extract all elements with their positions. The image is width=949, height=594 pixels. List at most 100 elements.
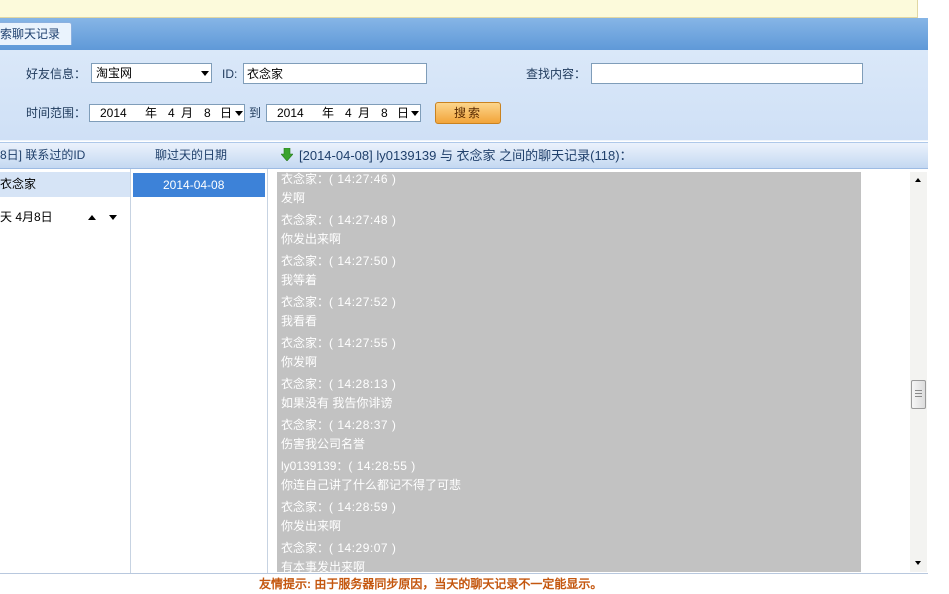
chat-message: 衣念家：( 14:28:59 ) 你发出来啊: [281, 500, 861, 541]
message-time: ( 14:28:55 ): [348, 459, 416, 473]
tab-bar: 索聊天记录: [0, 18, 928, 50]
day-spinner-label: 天 4月8日: [0, 210, 53, 224]
site-select[interactable]: 淘宝网: [91, 63, 212, 83]
dropdown-arrow-icon: [235, 111, 243, 116]
chat-message: 衣念家：( 14:28:37 ) 伤害我公司名誉: [281, 418, 861, 459]
chat-message: 衣念家：( 14:29:07 ) 有本事发出来啊: [281, 541, 861, 572]
search-content-label: 查找内容：: [526, 67, 587, 81]
message-time: ( 14:28:59 ): [329, 500, 397, 514]
chat-message: 衣念家：( 14:27:55 ) 你发啊: [281, 336, 861, 377]
scroll-up-button[interactable]: [910, 172, 927, 189]
message-text: 伤害我公司名誉: [281, 437, 366, 451]
date-from-day: 8: [204, 106, 211, 120]
message-header: 衣念家：( 14:27:52 ): [281, 295, 861, 310]
search-content-input[interactable]: [591, 63, 863, 84]
dropdown-arrow-icon: [411, 111, 419, 116]
message-header: 衣念家：( 14:27:48 ): [281, 213, 861, 228]
date-to-month-unit: 月: [358, 106, 371, 120]
message-sender: 衣念家：: [281, 254, 330, 268]
chat-message: ly0139139：( 14:28:55 ) 你连自己讲了什么都记不得了可悲: [281, 459, 861, 500]
chat-log-title: [2014-04-08] ly0139139 与 衣念家 之间的聊天记录(118…: [299, 148, 633, 163]
message-header: ly0139139：( 14:28:55 ): [281, 459, 861, 474]
chat-message: 衣念家：( 14:27:46 ) 发啊: [281, 172, 861, 213]
scroll-thumb[interactable]: [911, 380, 926, 409]
date-to-dropdown-button[interactable]: [409, 105, 420, 121]
date-item[interactable]: 2014-04-08: [133, 173, 265, 197]
message-sender: 衣念家：: [281, 336, 330, 350]
message-time: ( 14:27:52 ): [329, 295, 397, 309]
message-time: ( 14:27:55 ): [329, 336, 397, 350]
message-time: ( 14:29:07 ): [329, 541, 397, 555]
message-time: ( 14:28:13 ): [329, 377, 397, 391]
date-from-year-unit: 年: [145, 106, 158, 120]
chat-message: 衣念家：( 14:28:13 ) 如果没有 我告你诽谤: [281, 377, 861, 418]
message-sender: 衣念家：: [281, 172, 330, 186]
date-from-dropdown-button[interactable]: [233, 105, 244, 121]
friend-info-label: 好友信息：: [26, 67, 87, 81]
date-from-select[interactable]: 2014 年 4 月 8 日: [89, 104, 245, 122]
list-header-bar: 8日] 联系过的ID 聊过天的日期 [2014-04-08] ly0139139…: [0, 142, 928, 169]
message-header: 衣念家：( 14:29:07 ): [281, 541, 861, 556]
to-label: 到: [249, 106, 262, 120]
message-text: 如果没有 我告你诽谤: [281, 396, 393, 410]
message-header: 衣念家：( 14:27:50 ): [281, 254, 861, 269]
date-from-year: 2014: [100, 106, 127, 120]
dropdown-arrow-icon[interactable]: [201, 71, 209, 76]
message-time: ( 14:28:37 ): [329, 418, 397, 432]
scroll-grip-icon: [915, 390, 922, 399]
message-text: 你发啊: [281, 355, 318, 369]
scroll-down-icon: [915, 561, 921, 565]
contacts-list: 衣念家 天 4月8日: [0, 169, 131, 573]
scroll-up-icon: [915, 178, 921, 182]
spin-up-icon[interactable]: [88, 215, 96, 220]
scrollbar[interactable]: [910, 172, 927, 572]
notice-banner: [0, 0, 918, 18]
message-text: 发啊: [281, 191, 306, 205]
chat-log-panel: 衣念家：( 14:27:46 ) 发啊 衣念家：( 14:27:48 ) 你发出来啊衣…: [277, 172, 861, 572]
message-sender: 衣念家：: [281, 541, 330, 555]
date-to-select[interactable]: 2014 年 4 月 8 日: [266, 104, 421, 122]
contacts-column-title: 8日] 联系过的ID: [0, 148, 86, 162]
chat-message: 衣念家：( 14:27:48 ) 你发出来啊: [281, 213, 861, 254]
message-sender: 衣念家：: [281, 377, 330, 391]
message-time: ( 14:27:50 ): [329, 254, 397, 268]
green-down-arrow-icon: [281, 148, 293, 161]
message-text: 你连自己讲了什么都记不得了可悲: [281, 478, 462, 492]
chat-message: 衣念家：( 14:27:50 ) 我等着: [281, 254, 861, 295]
date-to-day-unit: 日: [397, 106, 410, 120]
time-range-label: 时间范围：: [26, 106, 87, 120]
dates-list: 2014-04-08: [131, 169, 268, 573]
day-spinner[interactable]: 天 4月8日: [0, 209, 130, 225]
message-header: 衣念家：( 14:27:55 ): [281, 336, 861, 351]
message-text: 我看看: [281, 314, 318, 328]
spin-down-icon[interactable]: [109, 215, 117, 220]
scroll-down-button[interactable]: [910, 555, 927, 572]
date-from-month: 4: [168, 106, 175, 120]
tab-label: 索聊天记录: [0, 27, 61, 41]
message-header: 衣念家：( 14:28:13 ): [281, 377, 861, 392]
date-to-year-unit: 年: [322, 106, 335, 120]
message-text: 你发出来啊: [281, 519, 342, 533]
date-from-day-unit: 日: [220, 106, 233, 120]
message-sender: ly0139139：: [281, 459, 349, 473]
message-text: 有本事发出来啊: [281, 560, 366, 572]
message-time: ( 14:27:48 ): [329, 213, 397, 227]
id-input[interactable]: [243, 63, 427, 84]
chat-log-search-page: 索聊天记录 好友信息： 淘宝网 ID: 查找内容： 时间范围： 2014 年 4…: [0, 0, 949, 594]
message-sender: 衣念家：: [281, 295, 330, 309]
search-button[interactable]: 搜索: [435, 102, 501, 124]
contact-item[interactable]: 衣念家: [0, 172, 130, 197]
date-to-month: 4: [345, 106, 352, 120]
message-header: 衣念家：( 14:28:37 ): [281, 418, 861, 433]
tab-search-chat-log[interactable]: 索聊天记录: [0, 22, 72, 45]
date-to-year: 2014: [277, 106, 304, 120]
message-header: 衣念家：( 14:27:46 ): [281, 172, 861, 187]
message-sender: 衣念家：: [281, 213, 330, 227]
divider: [0, 573, 928, 574]
search-form: 好友信息： 淘宝网 ID: 查找内容： 时间范围： 2014 年 4 月 8 日…: [0, 50, 928, 141]
message-time: ( 14:27:46 ): [329, 172, 397, 186]
message-text: 你发出来啊: [281, 232, 342, 246]
message-header: 衣念家：( 14:28:59 ): [281, 500, 861, 515]
dates-column-title: 聊过天的日期: [155, 148, 228, 162]
id-label: ID:: [222, 67, 238, 81]
